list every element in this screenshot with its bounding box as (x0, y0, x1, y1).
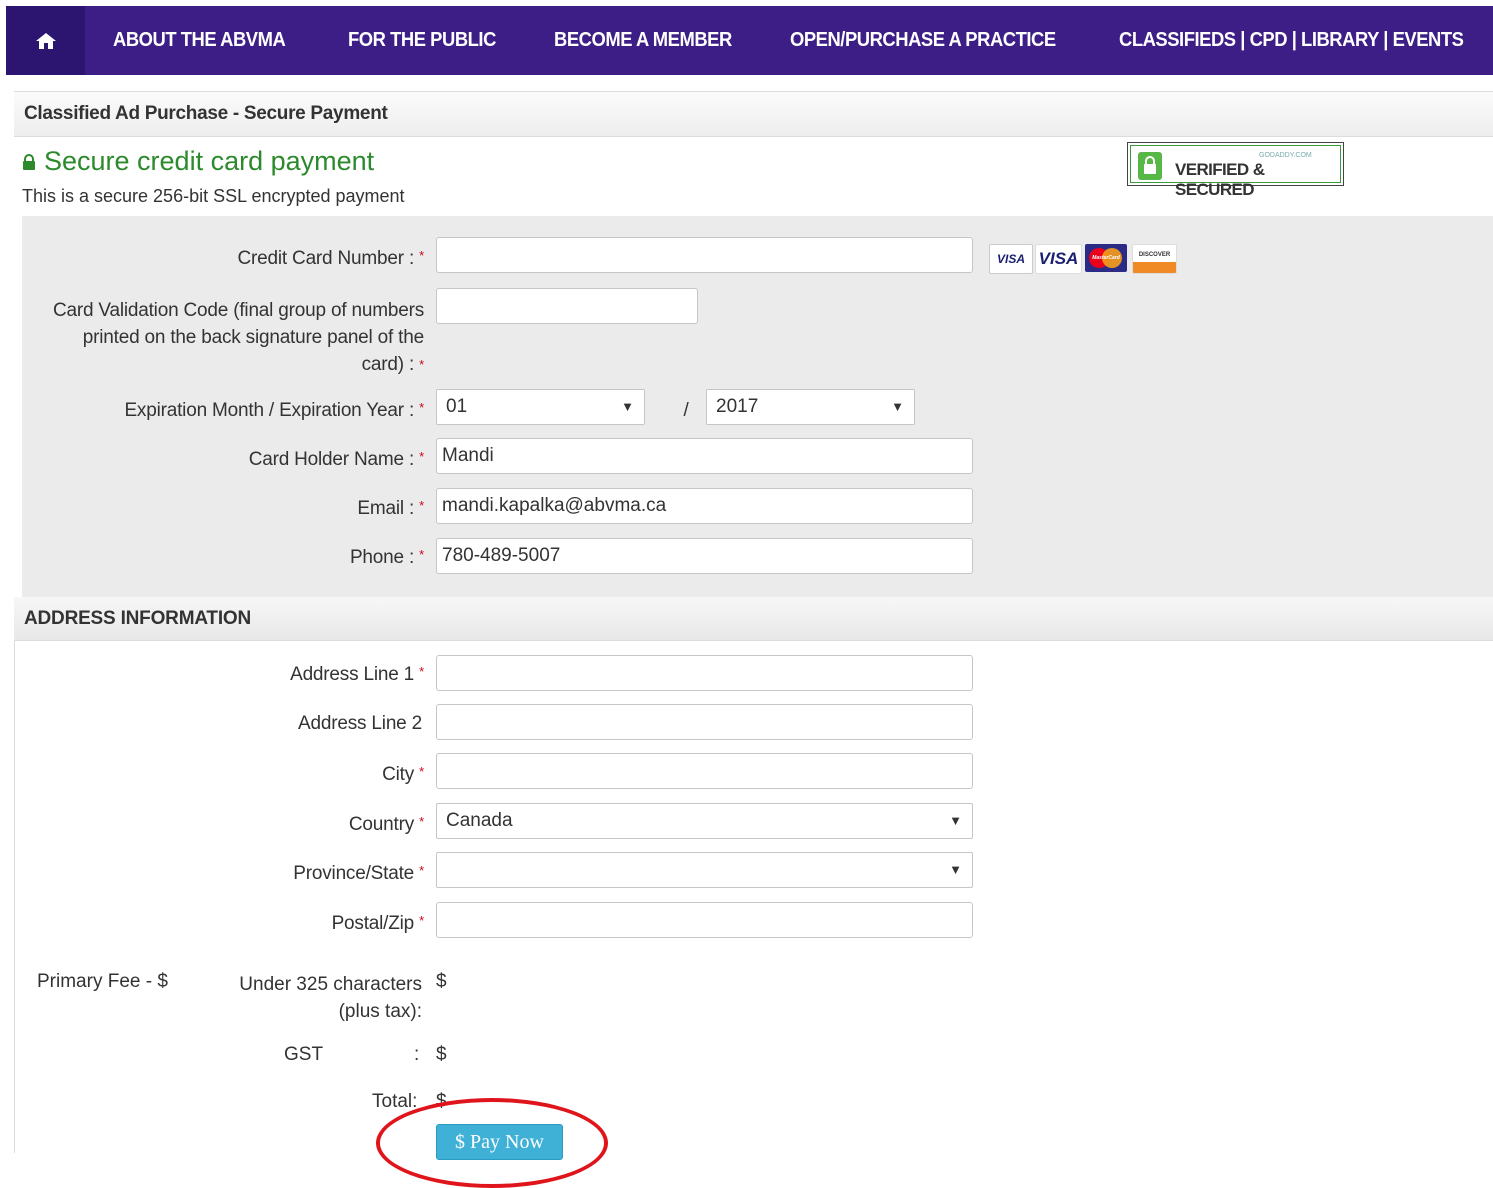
holder-input[interactable]: Mandi (436, 438, 973, 474)
divider (14, 640, 15, 1153)
postal-input[interactable] (436, 902, 973, 938)
address-line1-label: Address Line 1 * (290, 664, 424, 685)
nav-member[interactable]: BECOME A MEMBER (554, 6, 732, 75)
cc-number-label: Credit Card Number : * (237, 248, 424, 269)
lock-icon (23, 153, 35, 170)
main-nav: ABOUT THE ABVMA FOR THE PUBLIC BECOME A … (6, 6, 1493, 75)
under-chars-value: $ (436, 971, 447, 992)
badge-text: VERIFIED & SECURED (1175, 160, 1265, 199)
expiry-separator: / (683, 400, 689, 421)
visa-debit-logo: VISA (1035, 244, 1082, 274)
badge-provider: GODADDY.COM (1259, 152, 1312, 159)
home-icon (35, 32, 56, 49)
mastercard-logo: MasterCard (1085, 244, 1127, 272)
primary-fee-label: Primary Fee - $ (37, 971, 168, 992)
nav-classifieds[interactable]: CLASSIFIEDS | CPD | LIBRARY | EVENTS (1119, 6, 1464, 75)
phone-input[interactable]: 780-489-5007 (436, 538, 973, 574)
panel-header: Classified Ad Purchase - Secure Payment (14, 91, 1493, 137)
province-select[interactable]: ▼ (436, 852, 973, 888)
secure-title-text: Secure credit card payment (44, 146, 375, 176)
cvc-label: Card Validation Code (final group of num… (52, 300, 424, 375)
postal-label: Postal/Zip * (331, 913, 425, 934)
secure-subtitle: This is a secure 256-bit SSL encrypted p… (22, 186, 405, 206)
email-input[interactable]: mandi.kapalka@abvma.ca (436, 488, 973, 524)
nav-public[interactable]: FOR THE PUBLIC (348, 6, 496, 75)
gst-colon: : (414, 1044, 420, 1065)
cvc-input[interactable] (436, 288, 698, 324)
chevron-down-icon: ▼ (949, 813, 962, 828)
holder-label: Card Holder Name : * (248, 449, 425, 470)
nav-practice[interactable]: OPEN/PURCHASE A PRACTICE (790, 6, 1056, 75)
city-input[interactable] (436, 753, 973, 789)
chevron-down-icon: ▼ (949, 862, 962, 877)
address-header: ADDRESS INFORMATION (14, 597, 1493, 641)
under-chars-label: Under 325 characters (plus tax): (239, 974, 422, 1022)
chevron-down-icon: ▼ (621, 399, 634, 414)
address-line2-label: Address Line 2 (298, 713, 422, 734)
highlight-circle (376, 1098, 608, 1188)
visa-logo: VISA (989, 244, 1033, 274)
chevron-down-icon: ▼ (891, 399, 904, 414)
email-label: Email : * (357, 498, 424, 519)
expiry-year-select[interactable]: 2017 ▼ (706, 389, 915, 425)
home-button[interactable] (6, 6, 85, 75)
panel-title: Classified Ad Purchase - Secure Payment (24, 103, 388, 124)
province-label: Province/State * (293, 863, 424, 884)
expiry-label: Expiration Month / Expiration Year : * (124, 400, 424, 421)
gst-value: $ (436, 1044, 447, 1065)
country-label: Country * (348, 814, 424, 835)
phone-label: Phone : * (349, 547, 424, 568)
verified-secured-badge[interactable]: GODADDY.COM VERIFIED & SECURED (1127, 142, 1344, 199)
city-label: City * (382, 764, 424, 785)
discover-logo: DISCOVER (1132, 244, 1177, 274)
cc-number-input[interactable] (436, 237, 973, 273)
address-line1-input[interactable] (436, 655, 973, 691)
address-header-title: ADDRESS INFORMATION (24, 608, 252, 629)
nav-about[interactable]: ABOUT THE ABVMA (113, 6, 286, 75)
badge-frame: GODADDY.COM VERIFIED & SECURED (1130, 145, 1341, 199)
padlock-icon (1138, 152, 1162, 180)
country-select[interactable]: Canada ▼ (436, 803, 973, 839)
gst-label: GST (284, 1044, 324, 1065)
expiry-month-select[interactable]: 01 ▼ (436, 389, 645, 425)
address-line2-input[interactable] (436, 704, 973, 740)
secure-title: Secure credit card payment (22, 146, 374, 177)
